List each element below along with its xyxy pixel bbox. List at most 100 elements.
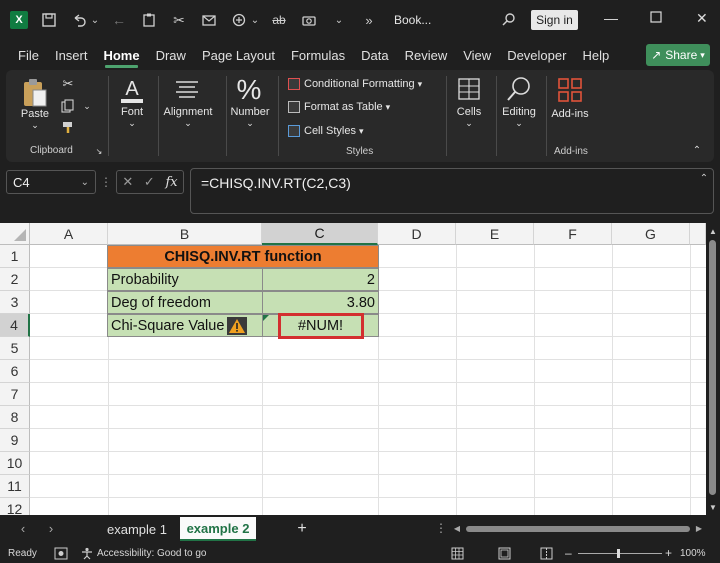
cell-c3[interactable]: 3.80 xyxy=(262,291,379,314)
chevron-down-icon[interactable]: ⌄ xyxy=(243,118,257,129)
cell-b2[interactable]: Probability xyxy=(107,268,263,291)
select-all-corner[interactable] xyxy=(0,223,30,245)
cancel-icon[interactable]: ✕ xyxy=(122,174,133,190)
sign-in-button[interactable]: Sign in xyxy=(531,10,578,30)
horizontal-scroll-thumb[interactable] xyxy=(466,526,690,532)
chevron-down-icon[interactable]: ⌄ xyxy=(125,118,139,129)
cell-b4[interactable]: Chi-Square Value xyxy=(107,314,263,337)
zoom-slider-thumb[interactable] xyxy=(617,549,620,558)
conditional-formatting-button[interactable]: Conditional Formatting ▾ xyxy=(288,78,422,90)
cell-styles-button[interactable]: Cell Styles ▾ xyxy=(288,125,364,137)
minimize-icon[interactable]: — xyxy=(604,10,618,26)
cell-b3[interactable]: Deg of freedom xyxy=(107,291,263,314)
redo-icon[interactable]: ← xyxy=(108,9,130,31)
paste-icon[interactable] xyxy=(138,9,160,31)
editing-button[interactable]: Editing xyxy=(496,106,542,118)
paste-icon[interactable] xyxy=(20,76,50,110)
add-ins-icon[interactable] xyxy=(556,76,584,104)
tab-developer[interactable]: Developer xyxy=(499,40,574,70)
chevron-down-icon[interactable]: ⌄ xyxy=(28,120,42,131)
editing-search-icon[interactable] xyxy=(504,74,534,104)
search-icon[interactable] xyxy=(498,9,520,31)
email-icon[interactable] xyxy=(198,9,220,31)
sheet-tab-example-1[interactable]: example 1 xyxy=(98,517,176,541)
dialog-launcher-icon[interactable]: ↘ xyxy=(94,146,104,156)
sheet-tab-example-2[interactable]: example 2 xyxy=(180,517,256,541)
column-header-e[interactable]: E xyxy=(456,223,534,245)
tab-formulas[interactable]: Formulas xyxy=(283,40,353,70)
column-header-a[interactable]: A xyxy=(30,223,108,245)
column-header-h[interactable] xyxy=(690,223,706,245)
chevron-down-icon[interactable]: ⌄ xyxy=(181,118,195,129)
cells-button[interactable]: Cells xyxy=(452,106,486,118)
undo-icon[interactable] xyxy=(68,9,90,31)
row-header[interactable]: 2 xyxy=(0,268,30,291)
format-as-table-button[interactable]: Format as Table ▾ xyxy=(288,101,390,113)
clear-format-icon[interactable]: ab xyxy=(268,9,290,31)
column-header-b[interactable]: B xyxy=(108,223,262,245)
chevron-down-icon[interactable]: ⌄ xyxy=(328,9,350,31)
chevron-down-icon[interactable]: ⌄ xyxy=(462,118,476,129)
column-header-g[interactable]: G xyxy=(612,223,690,245)
enter-icon[interactable]: ✓ xyxy=(144,174,155,190)
name-box[interactable]: C4 ⌄ xyxy=(6,170,96,194)
row-header[interactable]: 6 xyxy=(0,360,30,383)
warning-icon[interactable] xyxy=(227,316,248,335)
chevron-down-icon[interactable]: ⌄ xyxy=(81,177,89,188)
camera-icon[interactable] xyxy=(298,9,320,31)
more-options-icon[interactable]: ⋮ xyxy=(100,174,112,190)
add-ins-button[interactable]: Add-ins xyxy=(548,108,592,120)
page-layout-view-icon[interactable] xyxy=(498,547,511,563)
scroll-up-icon[interactable]: ▲ xyxy=(708,226,718,236)
save-icon[interactable] xyxy=(38,9,60,31)
number-button[interactable]: Number xyxy=(228,106,272,118)
normal-view-icon[interactable] xyxy=(451,547,464,563)
tab-draw[interactable]: Draw xyxy=(148,40,194,70)
zoom-level[interactable]: 100% xyxy=(680,548,706,559)
accessibility-status[interactable]: Accessibility: Good to go xyxy=(97,548,207,559)
cells-icon[interactable] xyxy=(456,76,482,102)
copy-icon[interactable] xyxy=(60,98,76,114)
column-header-d[interactable]: D xyxy=(378,223,456,245)
scroll-left-icon[interactable]: ◀ xyxy=(452,522,462,534)
accessibility-icon[interactable] xyxy=(80,547,94,563)
row-header[interactable]: 9 xyxy=(0,429,30,452)
tab-insert[interactable]: Insert xyxy=(47,40,96,70)
previous-sheet-icon[interactable]: ‹ xyxy=(16,520,30,536)
row-header[interactable]: 10 xyxy=(0,452,30,475)
zoom-in-icon[interactable]: + xyxy=(665,546,672,560)
collapse-ribbon-icon[interactable]: ⌃ xyxy=(690,144,704,156)
tab-file[interactable]: File xyxy=(10,40,47,70)
formula-input[interactable]: =CHISQ.INV.RT(C2,C3) xyxy=(190,168,714,214)
font-icon[interactable]: A xyxy=(114,74,150,106)
scroll-down-icon[interactable]: ▼ xyxy=(708,502,718,512)
row-header[interactable]: 7 xyxy=(0,383,30,406)
zoom-slider[interactable] xyxy=(578,553,662,554)
row-header[interactable]: 4 xyxy=(0,314,30,337)
tab-data[interactable]: Data xyxy=(353,40,396,70)
cell-c2[interactable]: 2 xyxy=(262,268,379,291)
row-header[interactable]: 3 xyxy=(0,291,30,314)
cut-icon[interactable]: ✂ xyxy=(60,76,76,92)
row-header[interactable]: 8 xyxy=(0,406,30,429)
tab-view[interactable]: View xyxy=(455,40,499,70)
more-sheets-icon[interactable]: ⋮ xyxy=(435,520,447,536)
ribbon-toggle-icon[interactable] xyxy=(228,9,250,31)
zoom-out-icon[interactable]: – xyxy=(565,546,572,560)
column-header-c[interactable]: C xyxy=(262,223,378,245)
row-header[interactable]: 1 xyxy=(0,245,30,268)
font-button[interactable]: Font xyxy=(112,106,152,118)
next-sheet-icon[interactable]: › xyxy=(44,520,58,536)
cell-b1-title[interactable]: CHISQ.INV.RT function xyxy=(107,245,379,268)
tab-page-layout[interactable]: Page Layout xyxy=(194,40,283,70)
alignment-button[interactable]: Alignment xyxy=(160,106,216,118)
paste-button[interactable]: Paste xyxy=(18,108,52,120)
chevron-down-icon[interactable]: ⌄ xyxy=(512,118,526,129)
macro-record-icon[interactable] xyxy=(54,547,68,563)
insert-function-icon[interactable]: fx xyxy=(165,175,177,190)
tab-review[interactable]: Review xyxy=(397,40,456,70)
book-title[interactable]: Book... xyxy=(394,13,431,27)
format-painter-icon[interactable] xyxy=(60,120,76,136)
alignment-icon[interactable] xyxy=(172,76,202,104)
row-header[interactable]: 12 xyxy=(0,498,30,515)
